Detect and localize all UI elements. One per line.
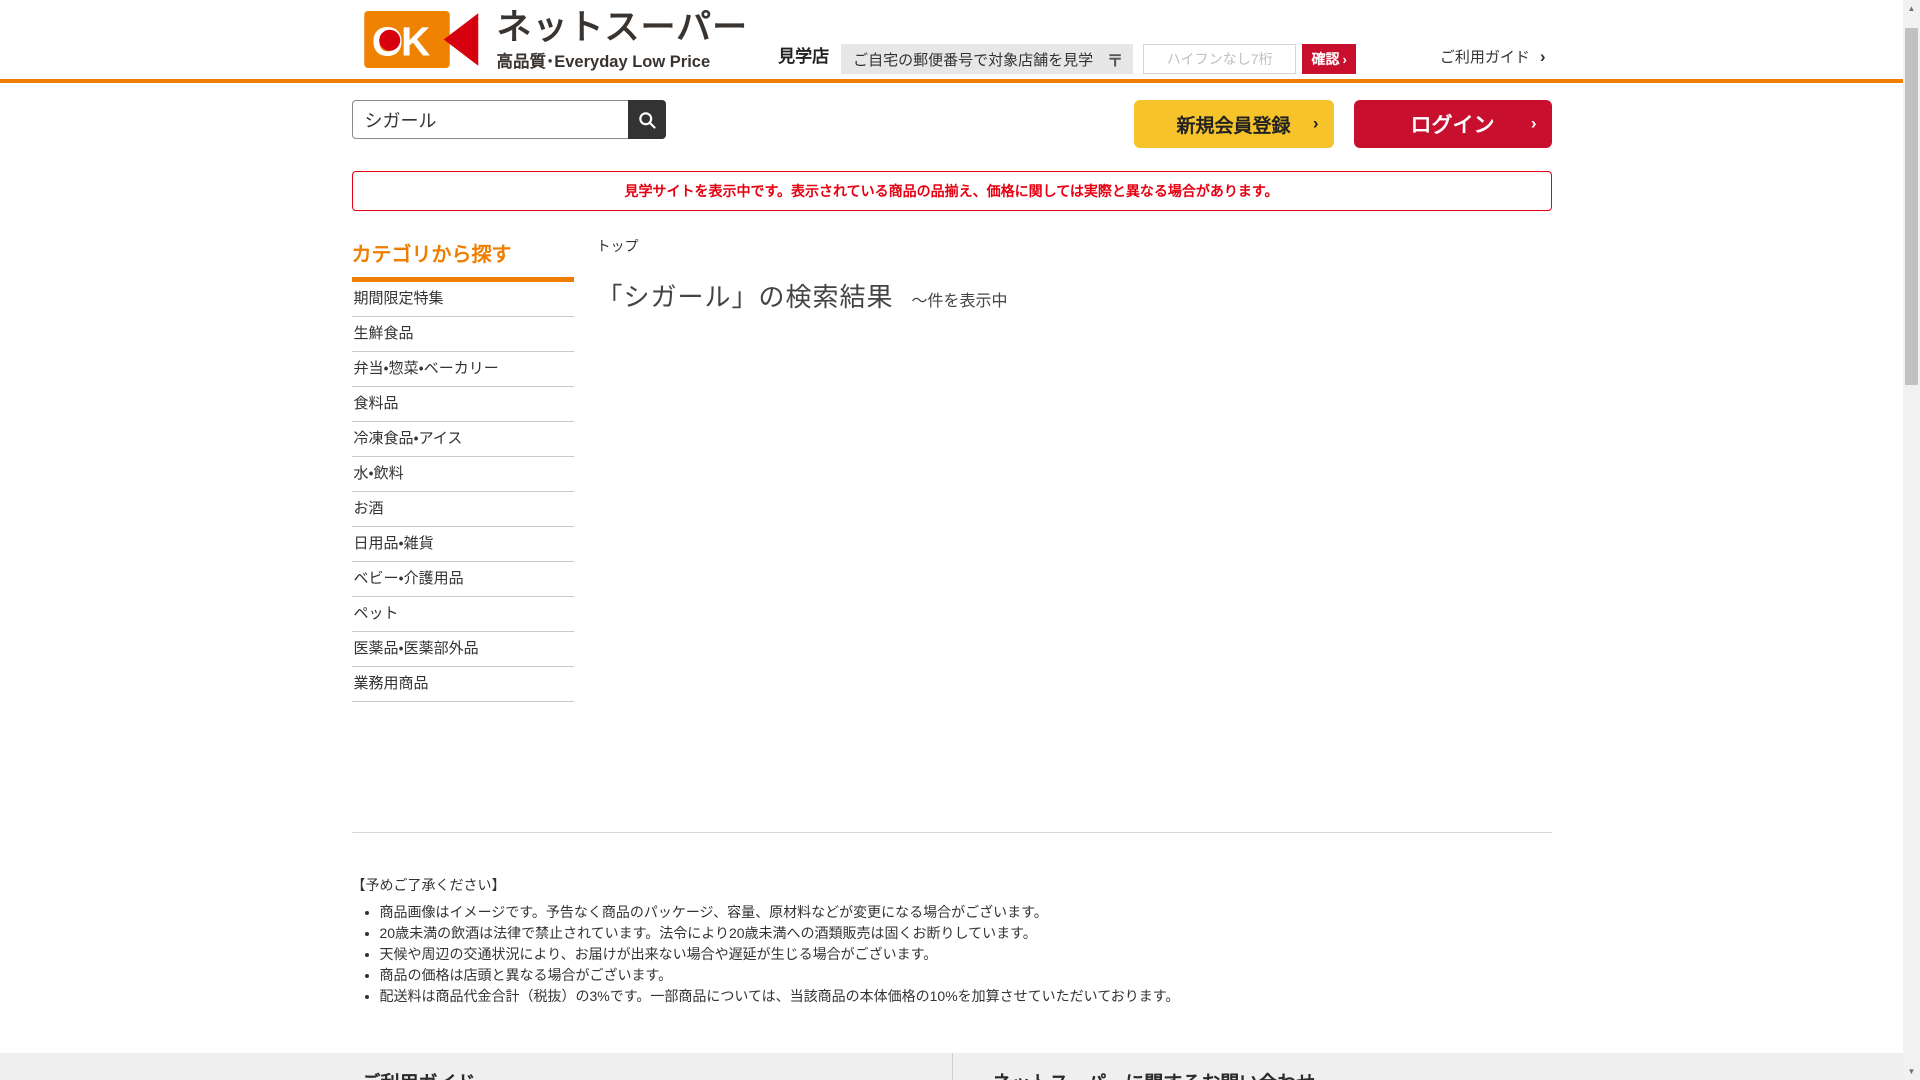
search-row: 新規会員登録 › ログイン ›: [352, 100, 1552, 148]
category-list: 期間限定特集 生鮮食品 弁当・惣菜・ベーカリー 食料品 冷凍食品・アイス 水・飲…: [352, 282, 574, 702]
scrollbar: ▲ ▼: [1903, 0, 1920, 1080]
content-divider: [352, 832, 1552, 833]
footer-contact-column: ネットスーパーに関するお問い合わせ: [952, 1053, 1552, 1080]
search-input[interactable]: [352, 100, 628, 139]
page: OK ネットスーパー 高品質･Everyday Low Price 見学店 ご自…: [0, 0, 1903, 1080]
disclaimer-item-text: 20歳未満の飲酒は法律で禁止されています。法令により20歳未満への酒類販売は固く…: [380, 925, 1037, 941]
result-title: 「シガール」の検索結果: [597, 277, 894, 314]
breadcrumb-top-link[interactable]: トップ: [597, 236, 639, 256]
category-item-label: ベビー・介護用品: [354, 570, 464, 587]
store-mode-label: 見学店: [778, 42, 829, 67]
ok-logo[interactable]: OK ネットスーパー 高品質･Everyday Low Price: [362, 11, 749, 72]
site-header: OK ネットスーパー 高品質･Everyday Low Price 見学店 ご自…: [0, 0, 1903, 83]
chevron-right-icon: ›: [1343, 52, 1347, 67]
category-item[interactable]: 生鮮食品: [352, 317, 574, 352]
disclaimer-list: 商品画像はイメージです。予告なく商品のパッケージ、容量、原材料などが変更になる場…: [380, 902, 1552, 1007]
scrollbar-thumb[interactable]: [1905, 28, 1918, 385]
category-item-label: 業務用商品: [354, 675, 429, 692]
logo-title: ネットスーパー: [497, 11, 749, 45]
disclaimer-item-text: 配送料は商品代金合計（税抜）の3%です。一部商品については、当該商品の本体価格の…: [380, 988, 1180, 1004]
category-sidebar-title: カテゴリから探す: [352, 236, 574, 282]
category-item-label: 水・飲料: [354, 465, 404, 482]
register-button[interactable]: 新規会員登録 ›: [1134, 100, 1334, 148]
category-item-label: お酒: [354, 500, 384, 517]
postal-prompt-text: ご自宅の郵便番号で対象店舗を見学: [853, 49, 1093, 70]
search-results-panel: トップ 「シガール」の検索結果 ～件を表示中: [597, 236, 1552, 314]
usage-guide-label: ご利用ガイド: [1440, 46, 1530, 67]
site-footer: ご利用ガイド ネットスーパーに関するお問い合わせ: [0, 1053, 1903, 1080]
disclaimer-item: 商品の価格は店頭と異なる場合がございます。: [380, 965, 1552, 986]
category-item-label: ペット: [354, 605, 399, 622]
category-item[interactable]: 医薬品・医薬部外品: [352, 632, 574, 667]
search-icon: [637, 110, 657, 130]
main-area: カテゴリから探す 期間限定特集 生鮮食品 弁当・惣菜・ベーカリー 食料品 冷凍食…: [352, 236, 1552, 832]
postal-prompt-bar: ご自宅の郵便番号で対象店舗を見学 〒: [841, 44, 1133, 74]
register-label: 新規会員登録: [1176, 116, 1290, 137]
footer-guide-column: ご利用ガイド: [352, 1053, 952, 1080]
disclaimer-item-text: 商品画像はイメージです。予告なく商品のパッケージ、容量、原材料などが変更になる場…: [380, 904, 1048, 920]
disclaimer-item-text: 商品の価格は店頭と異なる場合がございます。: [380, 967, 673, 983]
scrollbar-down-arrow-icon[interactable]: ▼: [1903, 1063, 1920, 1080]
scrollbar-up-arrow-icon[interactable]: ▲: [1903, 0, 1920, 17]
disclaimer-item: 商品画像はイメージです。予告なく商品のパッケージ、容量、原材料などが変更になる場…: [380, 902, 1552, 923]
auth-buttons: 新規会員登録 › ログイン ›: [1134, 100, 1552, 148]
disclaimer-item: 配送料は商品代金合計（税抜）の3%です。一部商品については、当該商品の本体価格の…: [380, 986, 1552, 1007]
search-button[interactable]: [628, 100, 666, 139]
chevron-right-icon: ›: [1531, 114, 1537, 134]
search-box: [352, 100, 666, 139]
category-item-label: 医薬品・医薬部外品: [354, 640, 479, 657]
login-button[interactable]: ログイン ›: [1354, 100, 1552, 148]
footer-guide-heading: ご利用ガイド: [362, 1068, 952, 1080]
category-item-label: 期間限定特集: [354, 290, 444, 307]
category-item-label: 日用品・雑貨: [354, 535, 434, 552]
category-item[interactable]: 食料品: [352, 387, 574, 422]
postal-code-input[interactable]: [1143, 44, 1296, 74]
disclaimer-item-text: 天候や周辺の交通状況により、お届けが出来ない場合や遅延が生じる場合がございます。: [380, 946, 938, 962]
chevron-right-icon: ›: [1313, 114, 1319, 134]
result-count: ～件を表示中: [912, 287, 1008, 311]
category-item-label: 弁当・惣菜・ベーカリー: [354, 360, 499, 377]
category-sidebar: カテゴリから探す 期間限定特集 生鮮食品 弁当・惣菜・ベーカリー 食料品 冷凍食…: [352, 236, 574, 702]
result-heading-row: 「シガール」の検索結果 ～件を表示中: [597, 277, 1552, 314]
login-label: ログイン: [1411, 114, 1495, 137]
footer-contact-heading: ネットスーパーに関するお問い合わせ: [993, 1068, 1552, 1080]
disclaimer-notes: 【予めご了承ください】 商品画像はイメージです。予告なく商品のパッケージ、容量、…: [352, 875, 1552, 1007]
category-item[interactable]: 日用品・雑貨: [352, 527, 574, 562]
postal-confirm-button[interactable]: 確認 ›: [1302, 44, 1356, 74]
category-item[interactable]: 冷凍食品・アイス: [352, 422, 574, 457]
category-item-label: 食料品: [354, 395, 399, 412]
category-item[interactable]: ペット: [352, 597, 574, 632]
disclaimer-item: 20歳未満の飲酒は法律で禁止されています。法令により20歳未満への酒類販売は固く…: [380, 923, 1552, 944]
category-item[interactable]: 弁当・惣菜・ベーカリー: [352, 352, 574, 387]
preview-notice-text: 見学サイトを表示中です。表示されている商品の品揃え、価格に関しては実際と異なる場…: [624, 181, 1278, 201]
logo-text: ネットスーパー 高品質･Everyday Low Price: [497, 11, 749, 72]
category-item-label: 生鮮食品: [354, 325, 414, 342]
logo-tagline: 高品質･Everyday Low Price: [497, 48, 749, 72]
category-item[interactable]: 水・飲料: [352, 457, 574, 492]
disclaimer-heading: 【予めご了承ください】: [352, 875, 1552, 895]
disclaimer-item: 天候や周辺の交通状況により、お届けが出来ない場合や遅延が生じる場合がございます。: [380, 944, 1552, 965]
category-item[interactable]: ベビー・介護用品: [352, 562, 574, 597]
ok-logo-icon: OK: [362, 11, 485, 68]
preview-notice-banner: 見学サイトを表示中です。表示されている商品の品揃え、価格に関しては実際と異なる場…: [352, 171, 1552, 211]
category-item[interactable]: 期間限定特集: [352, 282, 574, 317]
category-item[interactable]: 業務用商品: [352, 667, 574, 702]
category-item-label: 冷凍食品・アイス: [354, 430, 463, 447]
usage-guide-link[interactable]: ご利用ガイド ›: [1440, 46, 1546, 67]
category-item[interactable]: お酒: [352, 492, 574, 527]
postal-mark-icon: 〒: [1107, 47, 1123, 71]
chevron-right-icon: ›: [1540, 47, 1546, 67]
postal-confirm-label: 確認: [1312, 49, 1340, 69]
